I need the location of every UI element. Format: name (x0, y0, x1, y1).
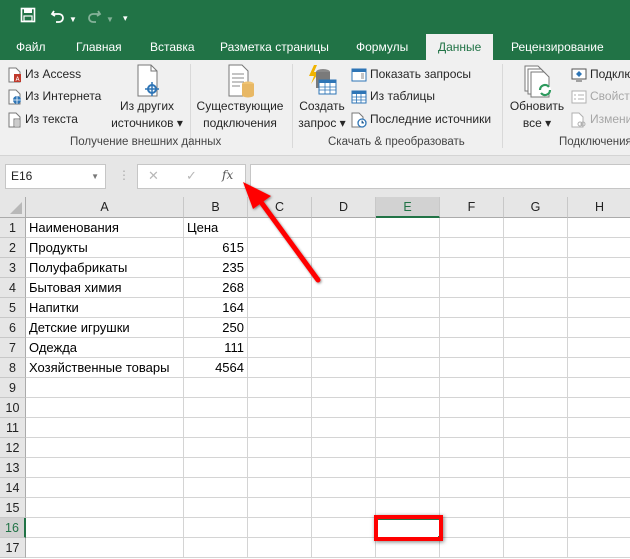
cell-a4[interactable]: Бытовая химия (26, 278, 184, 298)
cell-a7[interactable]: Одежда (26, 338, 184, 358)
arrow-icon (243, 182, 321, 283)
cell-a9[interactable] (26, 378, 184, 398)
cell-a12[interactable] (26, 438, 184, 458)
cell-a15[interactable] (26, 498, 184, 518)
cell-a16[interactable] (26, 518, 184, 538)
cell-a10[interactable] (26, 398, 184, 418)
cell-a3[interactable]: Полуфабрикаты (26, 258, 184, 278)
cell-a14[interactable] (26, 478, 184, 498)
cell-a6[interactable]: Детские игрушки (26, 318, 184, 338)
cell-a8[interactable]: Хозяйственные товары (26, 358, 184, 378)
cell-a2[interactable]: Продукты (26, 238, 184, 258)
cell-a17[interactable] (26, 538, 184, 558)
cell-a11[interactable] (26, 418, 184, 438)
cell-a5[interactable]: Напитки (26, 298, 184, 318)
cell-a13[interactable] (26, 458, 184, 478)
cell-a1[interactable]: Наименования (26, 218, 184, 238)
